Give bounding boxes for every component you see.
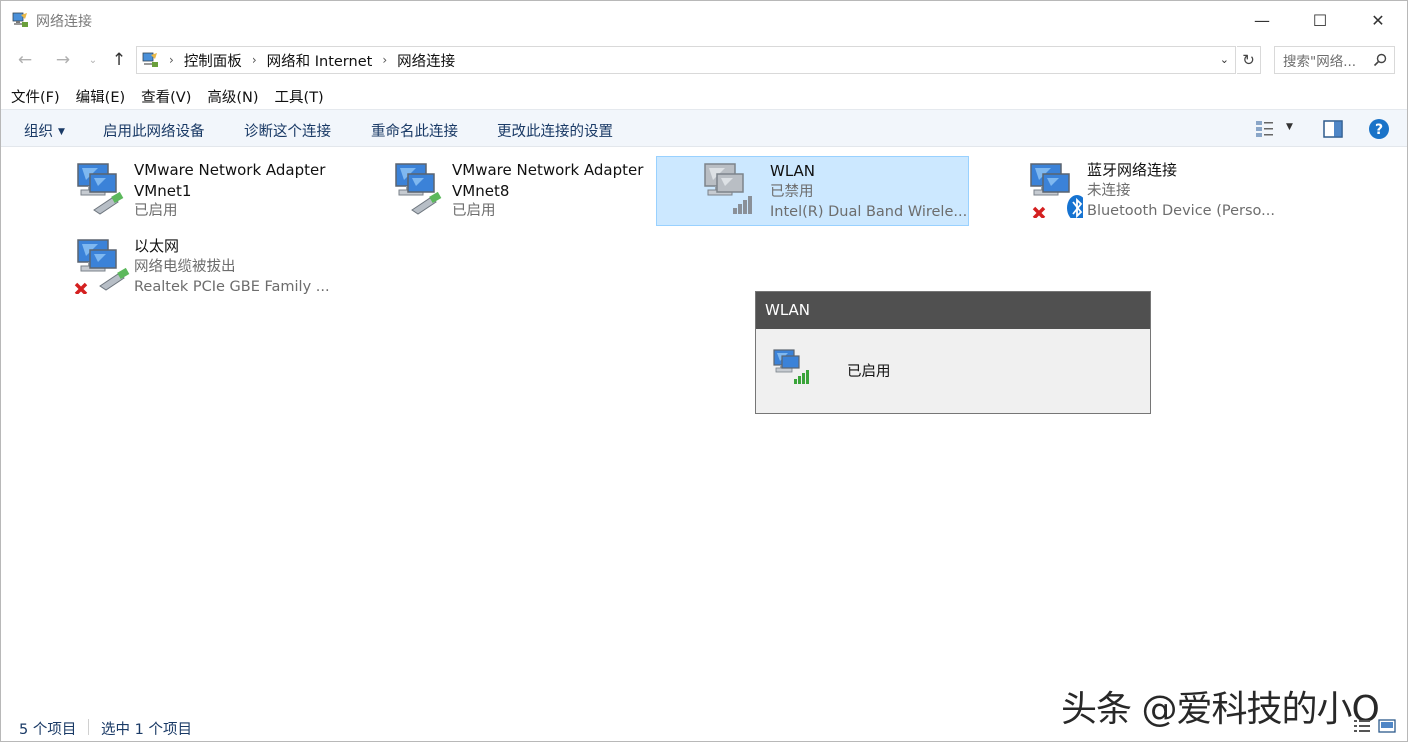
item-status: 已启用 — [134, 203, 178, 219]
item-status: 已启用 — [452, 203, 496, 219]
item-name: WLAN — [770, 162, 816, 180]
tooltip-title: WLAN — [756, 292, 1150, 329]
recent-locations-button[interactable]: ⌄ — [83, 49, 103, 71]
chevron-right-icon: › — [169, 53, 174, 67]
item-count: 5 个项目 — [19, 722, 77, 738]
view-caret-down-icon[interactable]: ▼ — [1286, 122, 1293, 132]
enable-device-button[interactable]: 启用此网络设备 — [103, 120, 205, 141]
wlan-enabled-icon — [773, 349, 809, 384]
list-item-bluetooth[interactable]: 蓝牙网络连接 未连接 Bluetooth Device (Perso... — [1011, 156, 1311, 226]
breadcrumb-network-connections[interactable]: 网络连接 — [397, 50, 455, 71]
item-text: VMware Network Adapter VMnet8 已启用 — [452, 160, 643, 222]
forward-arrow-icon: → — [55, 50, 71, 70]
item-text: 蓝牙网络连接 未连接 Bluetooth Device (Perso... — [1087, 160, 1275, 222]
up-button[interactable]: ↑ — [107, 49, 131, 71]
address-bar[interactable]: › 控制面板 › 网络和 Internet › 网络连接 ⌄ — [136, 46, 1236, 74]
close-icon: ✕ — [1371, 10, 1385, 30]
large-icons-view-icon[interactable] — [1378, 719, 1396, 733]
change-settings-button[interactable]: 更改此连接的设置 — [497, 120, 613, 141]
organize-button[interactable]: 组织 ▼ — [24, 120, 65, 141]
preview-pane-icon[interactable] — [1323, 120, 1343, 138]
back-arrow-icon: ← — [17, 50, 33, 70]
status-bar: 5 个项目 选中 1 个项目 头条 @爱科技的小O — [1, 689, 1407, 741]
command-bar: 组织 ▼ 启用此网络设备 诊断这个连接 重命名此连接 更改此连接的设置 ▼ ? — [1, 109, 1407, 147]
item-device: Intel(R) Dual Band Wirele... — [770, 204, 968, 220]
refresh-button[interactable]: ↻ — [1237, 46, 1261, 74]
maximize-button[interactable]: ☐ — [1291, 1, 1349, 39]
rename-button[interactable]: 重命名此连接 — [371, 120, 458, 141]
list-item-wlan[interactable]: WLAN 已禁用 Intel(R) Dual Band Wirele... — [656, 156, 969, 226]
change-view-icon[interactable] — [1255, 119, 1275, 139]
search-placeholder: 搜索"网络... — [1283, 54, 1357, 70]
search-input[interactable]: 搜索"网络... — [1274, 46, 1395, 74]
chevron-right-icon: › — [382, 53, 388, 67]
menu-bar: 文件(F) 编辑(E) 查看(V) 高级(N) 工具(T) — [1, 83, 1407, 109]
wlan-disabled-icon — [704, 163, 752, 214]
address-dropdown-icon[interactable]: ⌄ — [1220, 53, 1229, 66]
tooltip-status: 已启用 — [847, 364, 891, 380]
menu-tools[interactable]: 工具(T) — [275, 86, 324, 107]
maximize-icon: ☐ — [1312, 10, 1328, 30]
item-name-line2: VMnet1 — [134, 181, 192, 200]
forward-button[interactable]: → — [51, 49, 75, 71]
item-text: VMware Network Adapter VMnet1 已启用 — [134, 160, 325, 222]
item-device: Bluetooth Device (Perso... — [1087, 203, 1275, 219]
list-item-ethernet[interactable]: 以太网 网络电缆被拔出 Realtek PCIe GBE Family ... — [58, 232, 358, 302]
breadcrumb-network-internet[interactable]: 网络和 Internet — [267, 50, 373, 71]
network-connections-icon — [12, 12, 28, 27]
item-status: 已禁用 — [770, 183, 814, 200]
help-icon[interactable]: ? — [1368, 118, 1390, 140]
network-connections-icon — [142, 52, 158, 67]
item-text: 以太网 网络电缆被拔出 Realtek PCIe GBE Family ... — [134, 236, 330, 298]
navigation-bar: ← → ⌄ ↑ › 控制面板 › 网络和 Internet › 网络连接 ⌄ ↻… — [1, 41, 1407, 79]
minimize-button[interactable]: — — [1233, 1, 1291, 39]
item-name: VMware Network Adapter — [134, 161, 326, 179]
menu-file[interactable]: 文件(F) — [11, 86, 60, 107]
list-item-vmnet8[interactable]: VMware Network Adapter VMnet8 已启用 — [376, 156, 676, 226]
item-device: Realtek PCIe GBE Family ... — [134, 279, 330, 295]
item-status: 未连接 — [1087, 182, 1131, 199]
item-name: 蓝牙网络连接 — [1087, 161, 1178, 179]
organize-label: 组织 — [24, 124, 53, 140]
diagnose-button[interactable]: 诊断这个连接 — [244, 120, 331, 141]
ethernet-unplugged-icon — [74, 239, 130, 294]
ethernet-adapter-icon — [395, 163, 442, 215]
network-connections-window: 网络连接 — ☐ ✕ ← → ⌄ ↑ › 控制面板 › 网络和 Internet… — [0, 0, 1408, 742]
up-arrow-icon: ↑ — [111, 50, 127, 70]
breadcrumb-control-panel[interactable]: 控制面板 — [184, 50, 242, 71]
back-button[interactable]: ← — [13, 49, 37, 71]
chevron-right-icon: › — [251, 53, 257, 67]
bluetooth-adapter-icon — [1030, 163, 1083, 218]
menu-edit[interactable]: 编辑(E) — [76, 86, 125, 107]
close-button[interactable]: ✕ — [1349, 1, 1407, 39]
item-name: VMware Network Adapter — [452, 161, 644, 179]
search-icon — [1373, 53, 1387, 67]
status-divider — [88, 719, 89, 735]
chevron-down-icon: ⌄ — [88, 54, 98, 66]
wlan-tooltip: WLAN 已启用 — [755, 291, 1151, 414]
refresh-icon: ↻ — [1242, 51, 1255, 69]
menu-advanced[interactable]: 高级(N) — [207, 86, 258, 107]
caret-down-icon: ▼ — [58, 127, 65, 137]
watermark-text: 头条 @爱科技的小O — [1061, 689, 1380, 730]
item-text: WLAN 已禁用 Intel(R) Dual Band Wirele... — [770, 161, 967, 223]
list-item-vmnet1[interactable]: VMware Network Adapter VMnet1 已启用 — [58, 156, 358, 226]
window-title: 网络连接 — [36, 14, 92, 30]
svg-text:?: ? — [1375, 122, 1383, 138]
details-view-icon[interactable] — [1354, 719, 1370, 733]
minimize-icon: — — [1254, 10, 1270, 30]
item-status: 网络电缆被拔出 — [134, 258, 236, 275]
selected-count: 选中 1 个项目 — [101, 722, 192, 738]
item-name-line2: VMnet8 — [452, 181, 510, 200]
title-bar: 网络连接 — ☐ ✕ — [1, 1, 1407, 39]
item-name: 以太网 — [134, 237, 180, 255]
menu-view[interactable]: 查看(V) — [141, 86, 191, 107]
ethernet-adapter-icon — [77, 163, 124, 215]
